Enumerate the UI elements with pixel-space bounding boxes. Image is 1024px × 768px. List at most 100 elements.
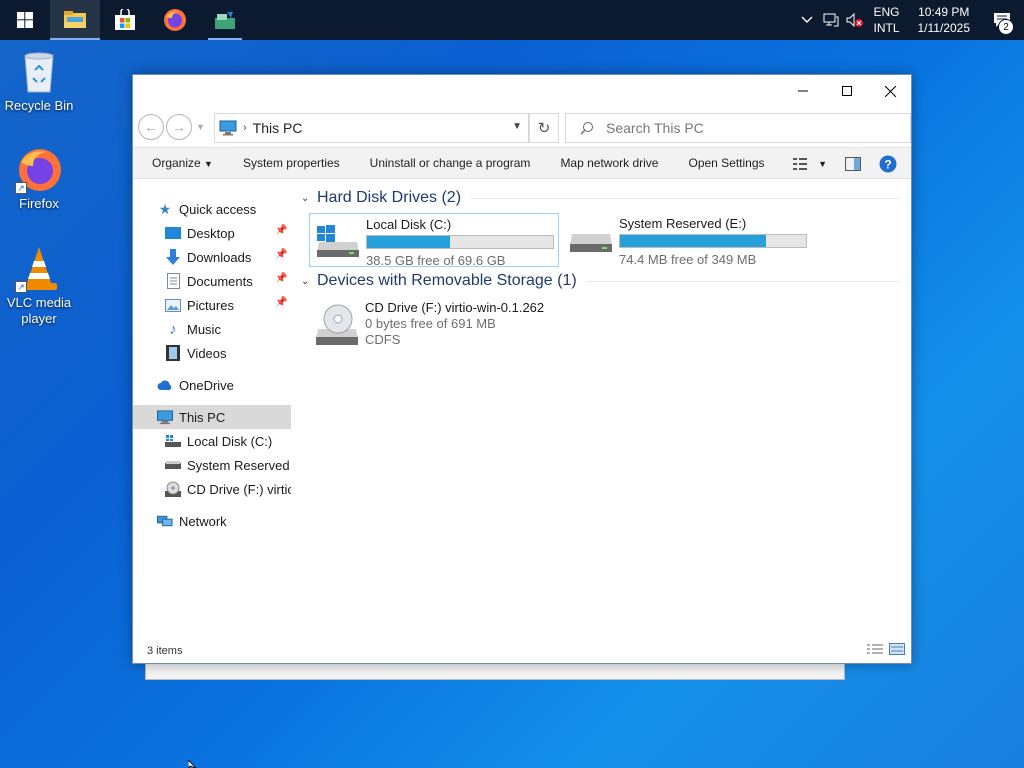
cd-drive-icon bbox=[165, 481, 181, 497]
clock[interactable]: 10:49 PM 1/11/2025 bbox=[918, 4, 971, 36]
desktop-icon-label: Firefox bbox=[19, 196, 59, 211]
change-view-button[interactable]: ▼ bbox=[792, 157, 827, 171]
nav-cd-drive[interactable]: CD Drive (F:) virtio bbox=[133, 477, 291, 501]
nav-this-pc[interactable]: This PC bbox=[133, 405, 291, 429]
desktop-icon-recycle-bin[interactable]: Recycle Bin bbox=[1, 48, 77, 114]
forward-button[interactable]: → bbox=[166, 114, 192, 140]
pin-icon[interactable]: 📌 bbox=[275, 273, 287, 284]
minimize-icon bbox=[798, 90, 808, 92]
back-button[interactable]: ← bbox=[138, 114, 164, 140]
clock-date: 1/11/2025 bbox=[917, 21, 971, 35]
drive-name: CD Drive (F:) virtio-win-0.1.262 bbox=[365, 300, 545, 315]
nav-system-reserved[interactable]: System Reserved bbox=[133, 453, 291, 477]
svg-text:?: ? bbox=[884, 158, 891, 172]
pin-icon[interactable]: 📌 bbox=[275, 249, 287, 260]
nav-label: Desktop bbox=[187, 225, 235, 241]
organize-button[interactable]: Organize ▼ bbox=[133, 156, 228, 170]
close-button[interactable] bbox=[868, 75, 912, 107]
nav-local-disk-c[interactable]: Local Disk (C:) bbox=[133, 429, 291, 453]
computer-icon bbox=[157, 409, 173, 425]
nav-label: Videos bbox=[187, 345, 227, 361]
drive-usage-bar bbox=[619, 234, 807, 248]
computer-icon bbox=[219, 120, 237, 136]
search-icon bbox=[580, 122, 593, 135]
windows-logo-icon bbox=[17, 12, 33, 28]
input-language[interactable]: ENG INTL bbox=[873, 4, 899, 36]
large-icons-view-button[interactable] bbox=[889, 643, 905, 655]
file-explorer-window: ← → ▼ › This PC ▼ ↻ Search This PC Organ… bbox=[132, 74, 912, 664]
breadcrumb-location[interactable]: This PC bbox=[253, 120, 303, 136]
nav-network[interactable]: Network bbox=[133, 509, 291, 533]
open-settings-button[interactable]: Open Settings bbox=[673, 156, 779, 170]
group-header-hard-disk-drives[interactable]: ⌄ Hard Disk Drives (2) bbox=[299, 187, 905, 209]
arrow-left-icon: ← bbox=[144, 119, 158, 135]
star-icon: ★ bbox=[158, 200, 172, 217]
taskbar-microsoft-store[interactable] bbox=[100, 0, 150, 40]
refresh-button[interactable]: ↻ bbox=[529, 113, 559, 143]
nav-pictures[interactable]: Pictures 📌 bbox=[133, 293, 291, 317]
maximize-button[interactable] bbox=[825, 75, 869, 107]
action-center-button[interactable]: 2 bbox=[980, 0, 1024, 40]
address-bar[interactable]: › This PC ▼ bbox=[214, 113, 529, 143]
desktop-folder-icon bbox=[165, 225, 181, 241]
map-network-drive-button[interactable]: Map network drive bbox=[545, 156, 673, 170]
desktop-icon-firefox[interactable]: ↗ Firefox bbox=[1, 146, 77, 212]
nav-onedrive[interactable]: OneDrive bbox=[133, 373, 291, 397]
notification-count-badge: 2 bbox=[998, 19, 1014, 35]
keyboard-layout: INTL bbox=[873, 21, 900, 35]
shortcut-arrow-icon: ↗ bbox=[15, 182, 27, 194]
refresh-icon: ↻ bbox=[537, 120, 551, 137]
document-icon bbox=[165, 273, 181, 289]
network-icon bbox=[157, 513, 173, 529]
maximize-icon bbox=[842, 86, 852, 96]
preview-pane-button[interactable] bbox=[845, 157, 861, 171]
search-box[interactable]: Search This PC bbox=[565, 113, 911, 143]
nav-music[interactable]: ♪ Music bbox=[133, 317, 291, 341]
taskbar-installer[interactable] bbox=[200, 0, 250, 40]
uninstall-program-button[interactable]: Uninstall or change a program bbox=[355, 156, 546, 170]
chevron-down-icon: ▼ bbox=[204, 159, 213, 169]
nav-label: Local Disk (C:) bbox=[187, 433, 273, 449]
help-button[interactable]: ? bbox=[879, 155, 897, 173]
folder-icon bbox=[64, 11, 86, 28]
drive-local-disk-c[interactable]: Local Disk (C:) 38.5 GB free of 69.6 GB bbox=[309, 213, 559, 268]
nav-downloads[interactable]: Downloads 📌 bbox=[133, 245, 291, 269]
nav-desktop[interactable]: Desktop 📌 bbox=[133, 221, 291, 245]
drive-cd-f[interactable]: CD Drive (F:) virtio-win-0.1.262 0 bytes… bbox=[309, 297, 609, 353]
show-hidden-icons-button[interactable] bbox=[795, 0, 819, 40]
chevron-down-icon: ▼ bbox=[196, 122, 205, 132]
title-bar[interactable] bbox=[133, 75, 911, 107]
details-view-button[interactable] bbox=[867, 643, 883, 655]
drive-usage-fill bbox=[367, 236, 451, 248]
taskbar-file-explorer[interactable] bbox=[50, 0, 100, 40]
network-tray-button[interactable] bbox=[819, 0, 843, 40]
nav-label: Quick access bbox=[179, 201, 257, 217]
pin-icon[interactable]: 📌 bbox=[275, 225, 287, 236]
installer-icon bbox=[215, 12, 235, 29]
help-icon: ? bbox=[879, 155, 897, 173]
group-title: Devices with Removable Storage (1) bbox=[317, 272, 577, 289]
nav-videos[interactable]: Videos bbox=[133, 341, 291, 365]
mouse-cursor-icon bbox=[188, 760, 197, 768]
explorer-body: ★ Quick access Desktop 📌 Downloads 📌 Doc… bbox=[133, 181, 911, 639]
minimize-button[interactable] bbox=[781, 75, 825, 107]
preview-pane-icon bbox=[845, 157, 861, 171]
navigation-pane: ★ Quick access Desktop 📌 Downloads 📌 Doc… bbox=[133, 181, 291, 639]
nav-quick-access[interactable]: ★ Quick access bbox=[133, 197, 291, 221]
chevron-down-icon[interactable]: ▼ bbox=[512, 121, 522, 132]
volume-tray-button[interactable] bbox=[843, 0, 867, 40]
start-button[interactable] bbox=[0, 0, 50, 40]
nav-label: Documents bbox=[187, 273, 253, 289]
pin-icon[interactable]: 📌 bbox=[275, 297, 287, 308]
view-toggles bbox=[867, 643, 905, 655]
desktop-icon-vlc[interactable]: ↗ VLC media player bbox=[1, 245, 77, 327]
clock-time: 10:49 PM bbox=[918, 5, 970, 19]
taskbar-firefox[interactable] bbox=[150, 0, 200, 40]
nav-documents[interactable]: Documents 📌 bbox=[133, 269, 291, 293]
system-properties-button[interactable]: System properties bbox=[228, 156, 355, 170]
group-header-removable-storage[interactable]: ⌄ Devices with Removable Storage (1) bbox=[299, 270, 905, 292]
content-pane: ⌄ Hard Disk Drives (2) Local Disk (C:) 3… bbox=[299, 181, 911, 639]
recent-locations-button[interactable]: ▼ bbox=[196, 122, 206, 132]
firefox-icon bbox=[164, 9, 186, 31]
drive-system-reserved-e[interactable]: System Reserved (E:) 74.4 MB free of 349… bbox=[563, 213, 813, 267]
